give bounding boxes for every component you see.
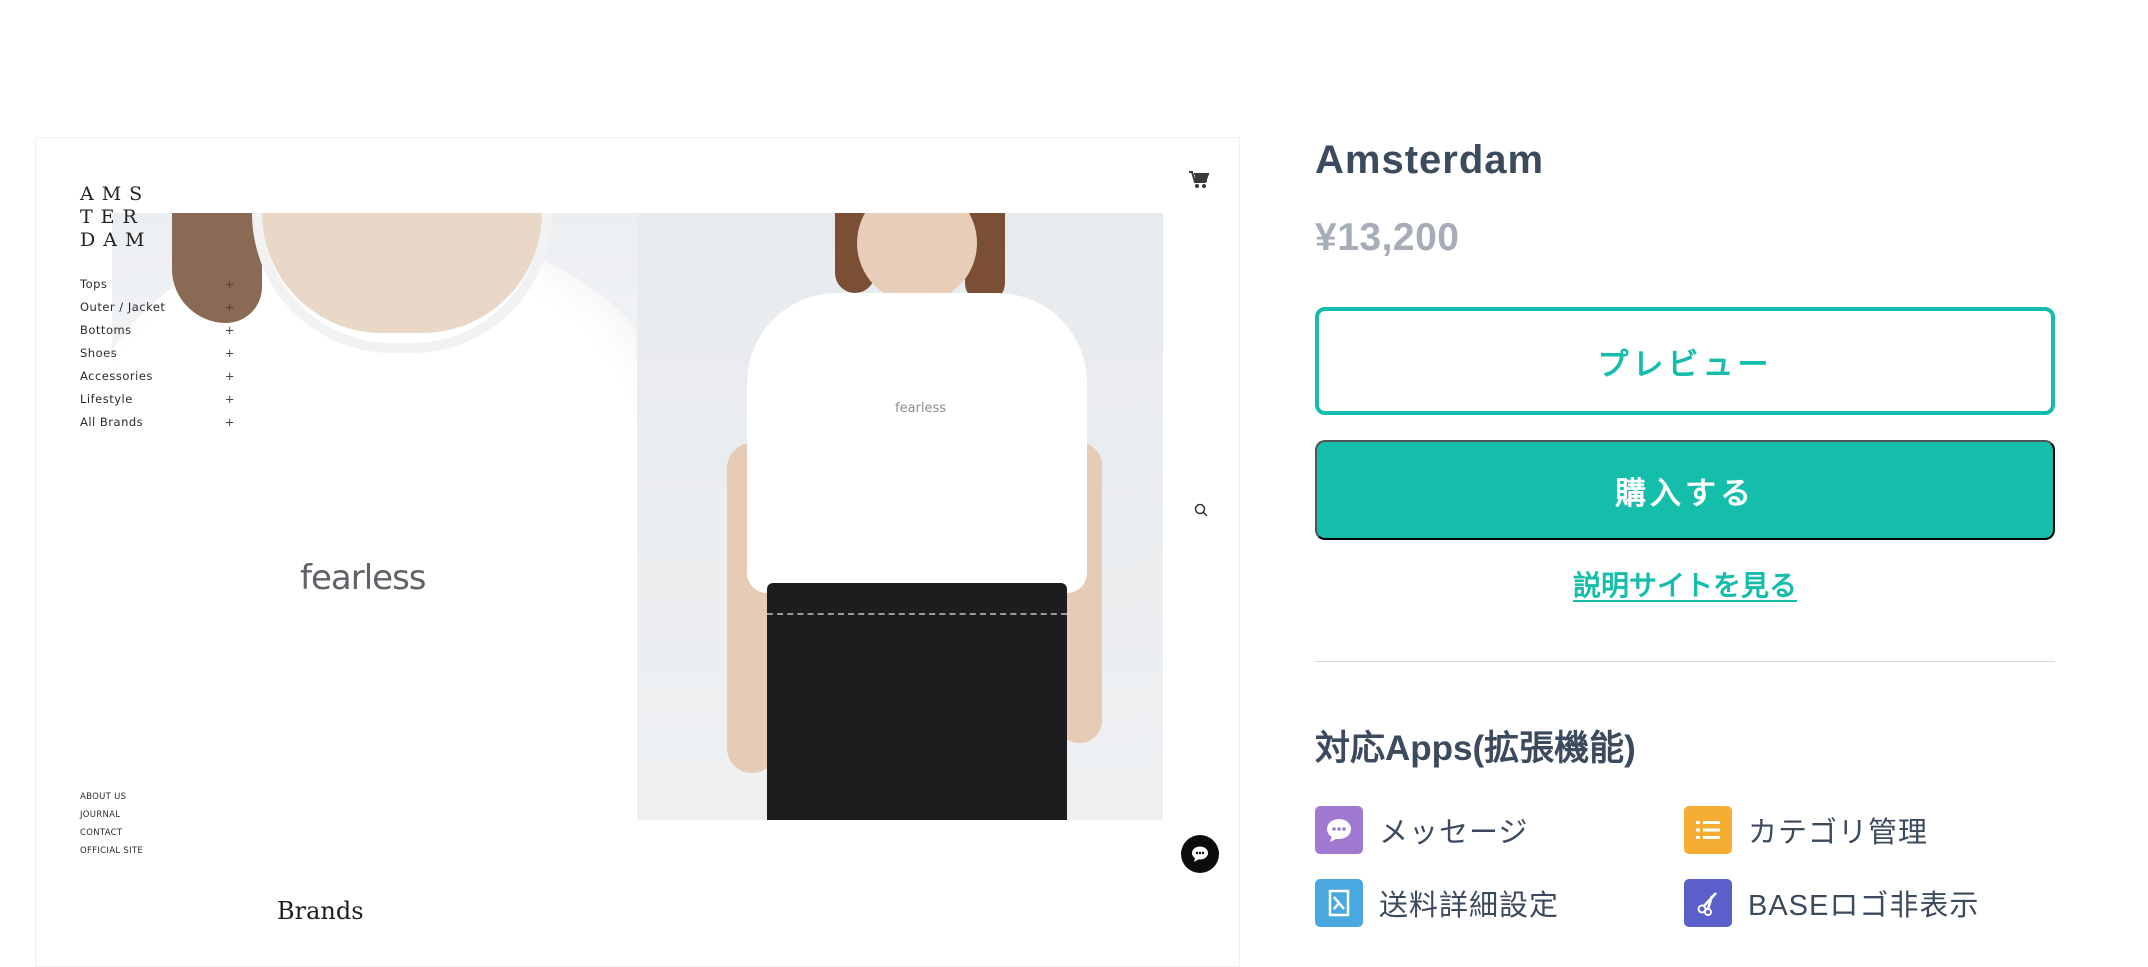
tshirt-print-text: fearless [300,558,426,598]
nav-item-all-brands: All Brands + [80,411,235,434]
nav-item-lifestyle: Lifestyle + [80,388,235,411]
nav-item-accessories: Accessories + [80,365,235,388]
plus-icon: + [224,300,235,314]
plus-icon: + [224,415,235,429]
message-icon [1315,805,1363,854]
brands-heading: Brands [277,897,364,925]
footer-link-journal: JOURNAL [80,810,121,820]
divider [1315,661,2055,662]
footer-link-official-site: OFFICIAL SITE [80,846,144,856]
app-label: メッセージ [1379,816,1529,849]
magnifier-icon [1194,503,1208,517]
list-icon [1684,805,1732,854]
footer-links: ABOUT US JOURNAL CONTACT OFFICIAL SITE [80,788,143,860]
category-nav: Tops + Outer / Jacket + Bottoms + Shoes + Ac… [80,273,235,434]
preview-button[interactable]: プレビュー [1315,307,2055,415]
plus-icon: + [224,392,235,406]
nav-item-bottoms: Bottoms + [80,319,235,342]
plus-icon: + [224,369,235,383]
nav-item-outer-jacket: Outer / Jacket + [80,296,235,319]
model-tshirt-print-text: fearless [895,401,947,416]
chat-bubble-icon [1181,835,1219,873]
supported-apps-heading: 対応Apps(拡張機能) [1315,729,1636,768]
buy-button[interactable]: 購入する [1315,440,2055,540]
cart-icon [1189,171,1210,188]
app-label: 送料詳細設定 [1379,889,1560,922]
app-item-message: メッセージ [1315,805,1684,854]
nav-item-shoes: Shoes + [80,342,235,365]
product-title: Amsterdam [1315,138,1545,182]
plus-icon: + [224,323,235,337]
brand-logo: AMS TER DAM [80,183,153,251]
shipping-icon [1315,878,1363,927]
app-label: BASEロゴ非表示 [1748,889,1980,922]
product-price: ¥13,200 [1315,216,1460,259]
apps-list: メッセージ カテゴリ管理 送料詳細設定 BASEロゴ非表示 [1315,805,2055,927]
plus-icon: + [224,346,235,360]
app-label: カテゴリ管理 [1748,816,1929,849]
product-photo: fearless fearless [112,213,1163,820]
footer-link-about: ABOUT US [80,792,127,802]
app-item-shipping: 送料詳細設定 [1315,878,1684,927]
scissors-icon [1684,878,1732,927]
description-site-link[interactable]: 説明サイトを見る [1315,564,2055,604]
nav-item-tops: Tops + [80,273,235,296]
theme-preview-image: fearless fearless AMS TER DAM Tops + Oute… [35,137,1240,967]
app-item-hide-base-logo: BASEロゴ非表示 [1684,878,2053,927]
model-photo: fearless [637,213,1163,820]
app-item-category: カテゴリ管理 [1684,805,2053,854]
plus-icon: + [224,277,235,291]
footer-link-contact: CONTACT [80,828,123,838]
